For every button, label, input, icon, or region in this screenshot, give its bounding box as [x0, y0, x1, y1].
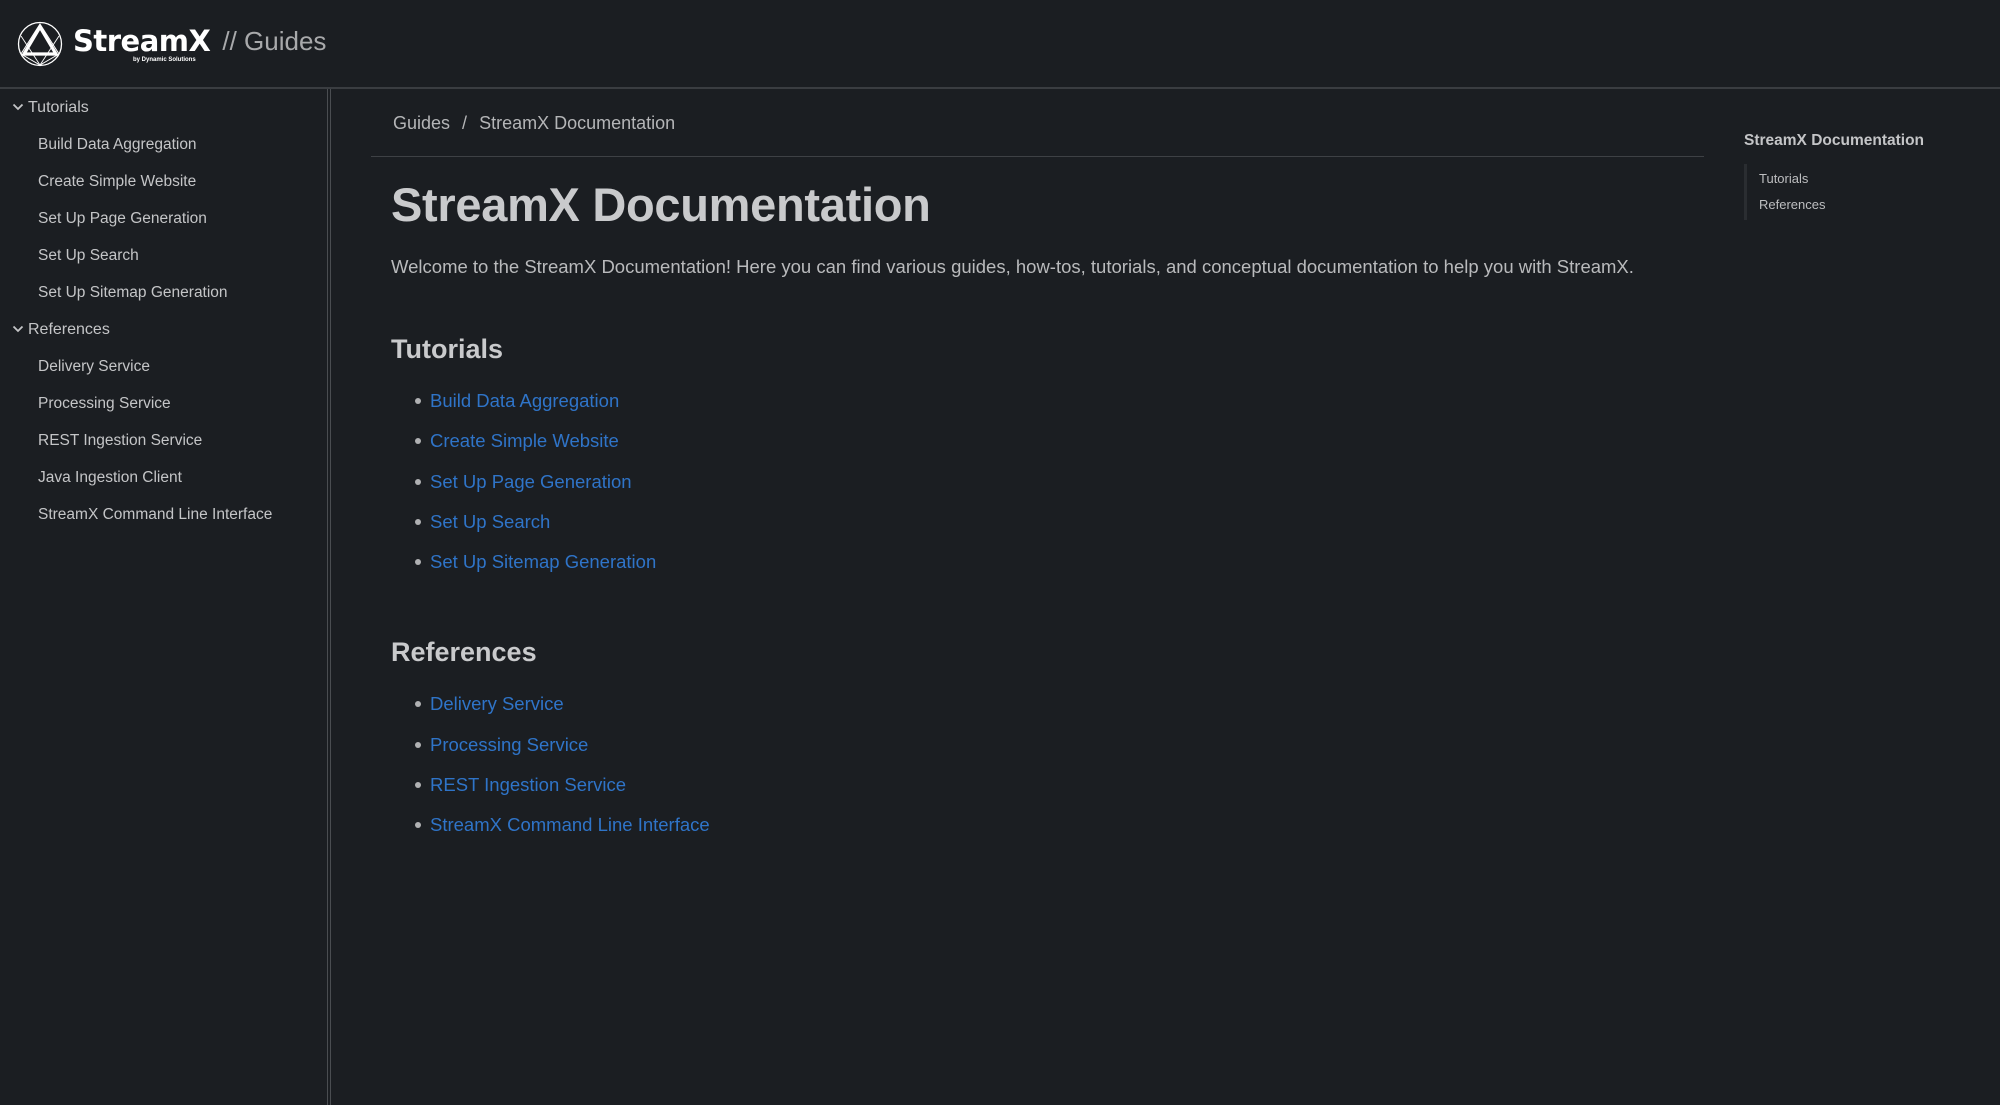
sidebar-item-rest-ingestion-service[interactable]: REST Ingestion Service	[0, 422, 327, 459]
bullet-icon	[415, 741, 421, 748]
sidebar-item-streamx-cli[interactable]: StreamX Command Line Interface	[0, 496, 327, 533]
toc-item-tutorials[interactable]: Tutorials	[1759, 166, 2000, 192]
article: StreamX Documentation Welcome to the Str…	[371, 177, 1704, 851]
list-item: REST Ingestion Service	[410, 770, 1704, 810]
sidebar-item-set-up-page-generation[interactable]: Set Up Page Generation	[0, 200, 327, 237]
sidebar-item-set-up-sitemap-generation[interactable]: Set Up Sitemap Generation	[0, 274, 327, 311]
page-title: StreamX Documentation	[391, 178, 931, 231]
chevron-down-icon	[12, 325, 24, 332]
main-content: Guides / StreamX Documentation StreamX D…	[371, 89, 1704, 851]
sidebar-item-set-up-search[interactable]: Set Up Search	[0, 237, 327, 274]
bullet-icon	[415, 822, 421, 829]
bullet-icon	[415, 782, 421, 789]
link-rest-ingestion-service[interactable]: REST Ingestion Service	[430, 774, 626, 795]
toc-item-references[interactable]: References	[1759, 192, 2000, 218]
bullet-icon	[415, 559, 421, 566]
section-title-references: References	[391, 637, 537, 668]
sidebar-group-label: References	[28, 320, 110, 338]
chevron-down-icon	[12, 103, 24, 110]
sidebar-item-processing-service[interactable]: Processing Service	[0, 385, 327, 422]
breadcrumb-separator: /	[462, 113, 468, 133]
bullet-icon	[415, 518, 421, 525]
sidebar-resize-handle[interactable]	[330, 89, 331, 1105]
sidebar-item-java-ingestion-client[interactable]: Java Ingestion Client	[0, 459, 327, 496]
references-link-list: Delivery Service Processing Service REST…	[391, 689, 1704, 850]
bullet-icon	[415, 398, 421, 404]
list-item: Build Data Aggregation	[410, 386, 1704, 426]
home-logo-link[interactable]: StreamX by Dynamic Solutions	[17, 21, 211, 67]
link-create-simple-website[interactable]: Create Simple Website	[430, 430, 619, 451]
breadcrumb-item-current: StreamX Documentation	[479, 113, 676, 133]
list-item: Delivery Service	[410, 689, 1704, 729]
table-of-contents: StreamX Documentation Tutorials Referenc…	[1744, 130, 2000, 220]
intro-paragraph: Welcome to the StreamX Documentation! He…	[391, 256, 1634, 277]
bullet-icon	[415, 478, 421, 485]
brand: StreamX by Dynamic Solutions	[73, 21, 211, 67]
list-item: Set Up Sitemap Generation	[410, 547, 1704, 587]
sidebar-nav: Tutorials Build Data Aggregation Create …	[0, 89, 328, 1105]
link-delivery-service[interactable]: Delivery Service	[430, 693, 564, 714]
toc-list: Tutorials References	[1744, 164, 2000, 220]
link-processing-service[interactable]: Processing Service	[430, 734, 588, 755]
link-streamx-cli[interactable]: StreamX Command Line Interface	[430, 814, 710, 835]
sidebar-item-build-data-aggregation[interactable]: Build Data Aggregation	[0, 126, 327, 163]
streamx-logo-icon	[17, 21, 63, 66]
sidebar-group-references: References Delivery Service Processing S…	[0, 311, 327, 533]
list-item: Processing Service	[410, 730, 1704, 770]
sidebar-item-create-simple-website[interactable]: Create Simple Website	[0, 163, 327, 200]
breadcrumb: Guides / StreamX Documentation	[371, 89, 1704, 157]
bullet-icon	[415, 701, 421, 708]
tutorials-link-list: Build Data Aggregation Create Simple Web…	[391, 386, 1704, 587]
link-set-up-sitemap-generation[interactable]: Set Up Sitemap Generation	[430, 551, 656, 572]
brand-section-label: // Guides	[222, 25, 327, 56]
sidebar-group-toggle-tutorials[interactable]: Tutorials	[0, 89, 327, 126]
sidebar-group-toggle-references[interactable]: References	[0, 311, 327, 348]
link-set-up-page-generation[interactable]: Set Up Page Generation	[430, 471, 632, 492]
list-item: Set Up Page Generation	[410, 467, 1704, 507]
list-item: Set Up Search	[410, 507, 1704, 547]
sidebar-group-tutorials: Tutorials Build Data Aggregation Create …	[0, 89, 327, 311]
bullet-icon	[415, 438, 421, 445]
list-item: Create Simple Website	[410, 426, 1704, 466]
list-item: StreamX Command Line Interface	[410, 810, 1704, 850]
link-build-data-aggregation[interactable]: Build Data Aggregation	[430, 390, 619, 411]
toc-title: StreamX Documentation	[1744, 132, 1925, 149]
brand-subtitle: by Dynamic Solutions	[133, 56, 196, 63]
section-title-tutorials: Tutorials	[391, 334, 504, 364]
sidebar-item-delivery-service[interactable]: Delivery Service	[0, 348, 327, 385]
breadcrumb-item-guides[interactable]: Guides	[393, 113, 450, 134]
brand-name: StreamX	[73, 23, 211, 58]
site-header: StreamX by Dynamic Solutions // Guides	[0, 0, 2000, 89]
link-set-up-search[interactable]: Set Up Search	[430, 511, 550, 532]
sidebar-group-label: Tutorials	[28, 98, 89, 116]
